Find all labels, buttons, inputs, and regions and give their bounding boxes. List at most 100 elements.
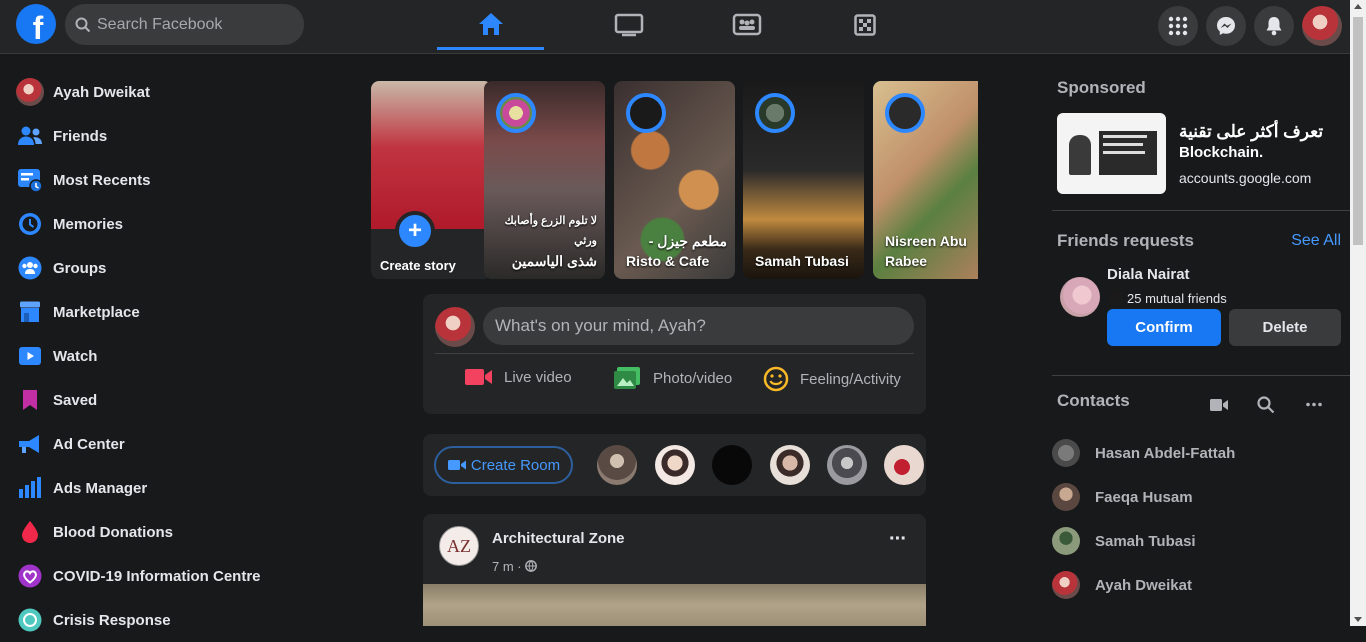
page-avatar[interactable]: AZ: [439, 526, 479, 566]
contact-item[interactable]: Ayah Dweikat: [1052, 563, 1350, 607]
ad-domain: accounts.google.com: [1179, 170, 1312, 186]
marketplace-icon: [16, 298, 44, 326]
sidebar-item-most-recents[interactable]: Most Recents: [8, 158, 338, 202]
friend-requests-title: Friends requests: [1057, 231, 1194, 250]
sidebar-item-label: Ayah Dweikat: [53, 83, 150, 101]
sidebar-item-marketplace[interactable]: Marketplace: [8, 290, 338, 334]
sidebar-item-ads-manager[interactable]: Ads Manager: [8, 466, 338, 510]
sidebar-item-label: Groups: [53, 259, 107, 277]
video-camera-icon: [447, 460, 466, 470]
sidebar-item-saved[interactable]: Saved: [8, 378, 338, 422]
profile-avatar: [16, 78, 44, 106]
room-friend-avatar[interactable]: [712, 445, 752, 485]
post-author-name[interactable]: Architectural Zone: [492, 530, 625, 547]
notifications-button[interactable]: [1254, 6, 1294, 46]
search-icon[interactable]: [1257, 396, 1275, 414]
mutual-friends: 25 mutual friends: [1107, 290, 1227, 306]
menu-button[interactable]: [1158, 6, 1198, 46]
sidebar-item-label: Ads Manager: [53, 479, 148, 497]
scroll-down-arrow[interactable]: [1354, 617, 1362, 622]
page-scrollbar[interactable]: [1350, 0, 1366, 626]
requester-avatar[interactable]: [1060, 277, 1100, 317]
story-author: مطعم جيزل - Risto & Cafe: [626, 233, 727, 269]
new-room-icon[interactable]: [1209, 397, 1229, 413]
sidebar-item-groups[interactable]: Groups: [8, 246, 338, 290]
watch-icon: [16, 342, 44, 370]
room-friend-avatar[interactable]: [827, 445, 867, 485]
tab-home[interactable]: [437, 0, 544, 50]
search-box[interactable]: [65, 4, 304, 45]
globe-icon: [525, 560, 538, 572]
sponsored-ad[interactable]: تعرف أكثر على تقنية Blockchain. accounts…: [1052, 110, 1350, 210]
contact-item[interactable]: Faeqa Husam: [1052, 475, 1350, 519]
requester-name[interactable]: Diala Nairat: [1107, 266, 1190, 283]
ad-headline-line2: Blockchain.: [1179, 144, 1264, 161]
photo-video-button[interactable]: Photo/video: [613, 366, 732, 390]
feeling-activity-button[interactable]: Feeling/Activity: [763, 366, 901, 392]
feeling-icon: [763, 366, 789, 392]
mutual-friend-avatar: [1107, 290, 1123, 306]
composer-avatar: [435, 307, 475, 347]
sidebar-item-friends[interactable]: Friends: [8, 114, 338, 158]
sidebar-item-watch[interactable]: Watch: [8, 334, 338, 378]
sidebar-item-crisis-response[interactable]: Crisis Response: [8, 598, 338, 642]
sidebar-item-blood-donations[interactable]: Blood Donations: [8, 510, 338, 554]
divider: [1052, 210, 1350, 211]
sidebar-item-memories[interactable]: Memories: [8, 202, 338, 246]
facebook-logo[interactable]: f: [16, 4, 56, 46]
create-story-photo: [371, 81, 492, 229]
tab-watch[interactable]: [575, 0, 682, 50]
post-image[interactable]: [423, 584, 926, 626]
home-icon: [478, 12, 503, 35]
post-more-button[interactable]: ···: [889, 528, 907, 551]
feed-post: AZ Architectural Zone 7 m · ···: [423, 514, 926, 626]
search-input[interactable]: [97, 15, 287, 34]
room-friend-avatar[interactable]: [884, 445, 924, 485]
contact-name: Faeqa Husam: [1095, 488, 1193, 506]
delete-button[interactable]: Delete: [1229, 309, 1341, 346]
groups-icon: [732, 13, 761, 36]
contact-avatar: [1052, 571, 1080, 599]
watch-icon: [614, 13, 643, 37]
tab-groups[interactable]: [693, 0, 800, 50]
room-friend-avatar[interactable]: [655, 445, 695, 485]
story-author: Nisreen Abu Rabee: [885, 233, 967, 269]
story-card[interactable]: Samah Tubasi: [743, 81, 864, 279]
contact-item[interactable]: Samah Tubasi: [1052, 519, 1350, 563]
contact-item[interactable]: Hasan Abdel-Fattah: [1052, 431, 1350, 475]
scrollbar-thumb[interactable]: [1353, 17, 1363, 245]
create-story-card[interactable]: + Create story: [371, 81, 492, 279]
story-card[interactable]: Nisreen Abu Rabee: [873, 81, 978, 279]
scroll-up-arrow[interactable]: [1354, 4, 1362, 9]
composer-input[interactable]: What's on your mind, Ayah?: [483, 307, 914, 345]
composer-divider: [435, 353, 914, 354]
sidebar-item-profile[interactable]: Ayah Dweikat: [8, 70, 338, 114]
contact-name: Ayah Dweikat: [1095, 576, 1192, 594]
live-video-button[interactable]: Live video: [464, 366, 572, 388]
story-author: لا تلوم الزرع وأصابك ورثي شذى الياسمين: [504, 215, 597, 269]
create-room-button[interactable]: Create Room: [434, 446, 573, 484]
profile-avatar[interactable]: [1302, 6, 1342, 46]
rooms-bar: Create Room: [423, 434, 926, 496]
sidebar-item-covid-info[interactable]: COVID-19 Information Centre: [8, 554, 338, 598]
live-video-icon: [465, 369, 492, 385]
confirm-button[interactable]: Confirm: [1107, 309, 1221, 346]
room-friend-avatar[interactable]: [597, 445, 637, 485]
messenger-button[interactable]: [1206, 6, 1246, 46]
sidebar-item-label: Blood Donations: [53, 523, 173, 541]
see-all-link[interactable]: See All: [1291, 232, 1341, 250]
story-card[interactable]: لا تلوم الزرع وأصابك ورثي شذى الياسمين: [484, 81, 605, 279]
room-friend-avatar[interactable]: [770, 445, 810, 485]
ad-headline: تعرف أكثر على تقنية Blockchain.: [1179, 122, 1347, 161]
live-video-label: Live video: [504, 368, 572, 386]
sidebar-item-label: Watch: [53, 347, 98, 365]
post-time[interactable]: 7 m ·: [492, 559, 522, 574]
story-avatar: [496, 93, 536, 133]
post-meta: 7 m ·: [492, 559, 538, 574]
sidebar-item-ad-center[interactable]: Ad Center: [8, 422, 338, 466]
messenger-icon: [1217, 17, 1235, 35]
plus-icon: +: [395, 211, 435, 251]
tab-gaming[interactable]: [811, 0, 918, 50]
more-options-icon[interactable]: [1306, 402, 1322, 407]
story-card[interactable]: مطعم جيزل - Risto & Cafe: [614, 81, 735, 279]
